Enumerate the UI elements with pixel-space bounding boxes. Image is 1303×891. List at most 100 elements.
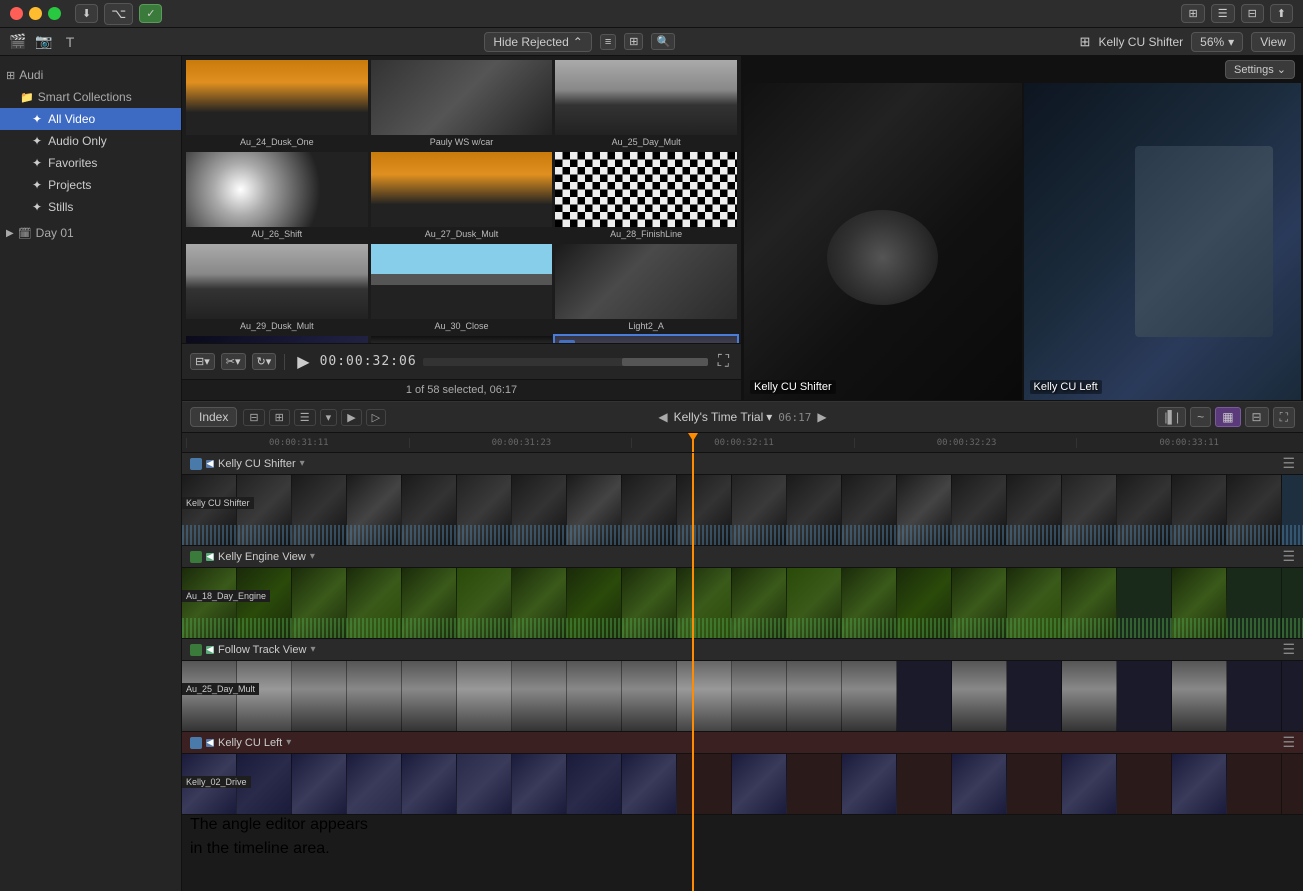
browser-item-6[interactable]: Au_29_Dusk_Mult xyxy=(186,244,368,333)
close-button[interactable] xyxy=(10,7,23,20)
browser-item-11[interactable]: Kelly's Time Trial xyxy=(555,336,737,343)
zoom-selector[interactable]: 56% ▾ xyxy=(1191,32,1243,52)
speed-btn[interactable]: ↻▾ xyxy=(252,353,277,370)
clip-view-tl-btn[interactable]: ⊟ xyxy=(243,409,264,426)
hide-rejected-button[interactable]: Hide Rejected ⌃ xyxy=(484,32,591,52)
track-4-body[interactable] xyxy=(182,754,1303,814)
track-1-menu[interactable]: ☰ xyxy=(1282,455,1295,472)
angle-view-btn[interactable]: ⊞ xyxy=(269,409,290,426)
track-2-body[interactable] xyxy=(182,568,1303,638)
track-1-chevron[interactable]: ▾ xyxy=(300,458,305,469)
track-4-sub-label: Kelly_02_Drive xyxy=(182,776,251,788)
play-tl-btn[interactable]: ▶ xyxy=(341,409,361,426)
browser-item-8[interactable]: Light2_A xyxy=(555,244,737,333)
index-button[interactable]: Index xyxy=(190,407,237,427)
track-1-body-wrapper: Kelly CU Shifter xyxy=(182,475,1303,545)
search-btn[interactable]: 🔍 xyxy=(651,33,675,50)
play-btn[interactable]: ▶ xyxy=(293,350,313,374)
key-icon[interactable]: ⌥ xyxy=(104,3,133,25)
layout-icon[interactable]: ⊟ xyxy=(1241,4,1264,23)
main-layout: ⊞ Audi 📁 Smart Collections ✦ All Video ✦… xyxy=(0,56,1303,891)
browser-item-5[interactable]: Au_28_FinishLine xyxy=(555,152,737,241)
sidebar-item-stills[interactable]: ✦ Stills xyxy=(0,196,181,218)
fullscreen-btn[interactable]: ⛶ xyxy=(714,351,733,373)
fullscreen-button[interactable] xyxy=(48,7,61,20)
sidebar-item-all-video[interactable]: ✦ All Video xyxy=(0,108,181,130)
thumb-label-8: Light2_A xyxy=(555,319,737,333)
sidebar-item-audio-only[interactable]: ✦ Audio Only xyxy=(0,130,181,152)
left-arrow-btn[interactable]: ◀ xyxy=(658,410,667,424)
share-icon-btn[interactable]: ⬆ xyxy=(1270,4,1293,23)
track-3-menu[interactable]: ☰ xyxy=(1282,641,1295,658)
list-tl-btn[interactable]: ☰ xyxy=(294,409,316,426)
day01-folder-icon: 🗓 xyxy=(18,227,32,240)
angle-selector-btn[interactable]: ▦ xyxy=(1215,407,1240,427)
play2-tl-btn[interactable]: ▷ xyxy=(366,409,386,426)
stills-label: Stills xyxy=(48,200,73,214)
sidebar-smart-collections[interactable]: 📁 Smart Collections xyxy=(0,86,181,108)
track-3-frame-15 xyxy=(1007,661,1062,731)
track-3-frame-1 xyxy=(237,661,292,731)
track-2-menu[interactable]: ☰ xyxy=(1282,548,1295,565)
view-button[interactable]: View xyxy=(1251,32,1295,52)
photos-icon[interactable]: 📷 xyxy=(34,32,54,52)
timeline-title-text: Kelly's Time Trial xyxy=(674,410,764,424)
browser-item-7[interactable]: Au_30_Close xyxy=(371,244,553,333)
sidebar-day01[interactable]: ▶ 🗓 Day 01 xyxy=(0,222,181,244)
trim-mode-btn[interactable]: ✂▾ xyxy=(221,353,246,370)
waveform-btn[interactable]: ~ xyxy=(1190,407,1211,427)
track-4-audio-icon: ◀ xyxy=(206,739,214,747)
thumb-label-4: Au_27_Dusk_Mult xyxy=(371,227,553,241)
browser-item-9[interactable]: Lights2_B xyxy=(186,336,368,343)
track-3-sub-label: Au_25_Day_Mult xyxy=(182,683,259,695)
frame2-label: Kelly CU Left xyxy=(1030,380,1102,394)
fullscreen-tl-btn[interactable]: ⛶ xyxy=(1273,407,1295,428)
browser-item-10[interactable]: Lights1_A xyxy=(371,336,553,343)
browser-item-1[interactable]: Pauly WS w/car xyxy=(371,60,553,149)
sidebar-item-projects[interactable]: ✦ Projects xyxy=(0,174,181,196)
day01-label: Day 01 xyxy=(36,226,74,240)
browser-item-0[interactable]: Au_24_Dusk_One xyxy=(186,60,368,149)
browser-item-3[interactable]: AU_26_Shift xyxy=(186,152,368,241)
track-3-frame-14 xyxy=(952,661,1007,731)
track-3-frame-11 xyxy=(787,661,842,731)
download-icon[interactable]: ⬇ xyxy=(75,4,98,23)
audio-meter-btn[interactable]: |▌| xyxy=(1157,407,1186,427)
track-3-frame-7 xyxy=(567,661,622,731)
checkmark-icon[interactable]: ✓ xyxy=(139,4,162,23)
track-2-chevron[interactable]: ▾ xyxy=(310,551,315,562)
track-1-icon xyxy=(190,458,202,470)
track-2-sub-label: Au_18_Day_Engine xyxy=(182,590,270,602)
grid-icon[interactable]: ⊞ xyxy=(1181,4,1204,23)
projects-icon: ✦ xyxy=(32,178,42,192)
libraries-icon[interactable]: 🎬 xyxy=(8,32,28,52)
track-4-chevron[interactable]: ▾ xyxy=(286,737,291,748)
minimize-button[interactable] xyxy=(29,7,42,20)
thumb-9 xyxy=(186,336,368,343)
list-icon[interactable]: ☰ xyxy=(1211,4,1235,23)
track-2-body-wrapper: Au_18_Day_Engine xyxy=(182,568,1303,638)
track-3-body[interactable] xyxy=(182,661,1303,731)
clip-view-btn[interactable]: ⊞ xyxy=(624,33,643,50)
browser-item-2[interactable]: Au_25_Day_Mult xyxy=(555,60,737,149)
track-4: ◀ Kelly CU Left ▾ ☰ Kelly_02_Drive xyxy=(182,732,1303,815)
sidebar-item-favorites[interactable]: ✦ Favorites xyxy=(0,152,181,174)
track-3-chevron[interactable]: ▾ xyxy=(310,644,315,655)
ruler-mark-0: 00:00:31:11 xyxy=(186,438,409,448)
browser-item-4[interactable]: Au_27_Dusk_Mult xyxy=(371,152,553,241)
sidebar-root[interactable]: ⊞ Audi xyxy=(0,64,181,86)
track-1-body[interactable] xyxy=(182,475,1303,545)
expand-btn[interactable]: ▾ xyxy=(320,409,338,426)
timeline-right: |▌| ~ ▦ ⊟ ⛶ xyxy=(1157,407,1295,428)
view-mode-btn[interactable]: ⊟▾ xyxy=(190,353,215,370)
titles-icon[interactable]: T xyxy=(60,32,80,52)
settings-button[interactable]: Settings ⌄ xyxy=(1225,60,1295,79)
right-arrow-btn[interactable]: ▶ xyxy=(817,410,826,424)
browser-view-btn[interactable]: ≡ xyxy=(600,34,616,50)
track-4-frame-8 xyxy=(622,754,677,814)
track-4-frame-15 xyxy=(1007,754,1062,814)
track-4-menu[interactable]: ☰ xyxy=(1282,734,1295,751)
track-4-frame-6 xyxy=(512,754,567,814)
zoom-btn[interactable]: ⊟ xyxy=(1245,407,1269,427)
scrubber[interactable] xyxy=(423,358,708,366)
